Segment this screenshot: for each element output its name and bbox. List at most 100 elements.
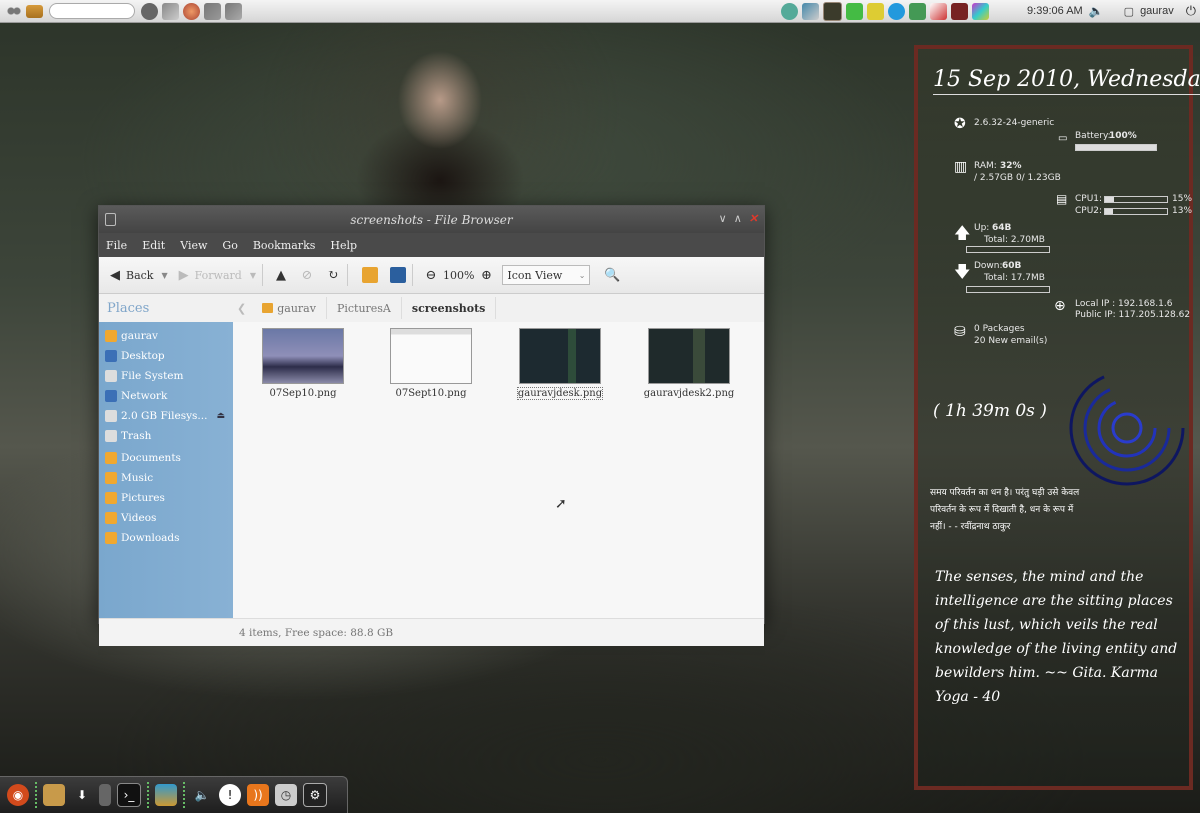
sidebar-item-downloads[interactable]: Downloads (99, 528, 233, 548)
eject-icon[interactable]: ⏏ (216, 411, 225, 421)
menu-go[interactable]: Go (222, 239, 237, 252)
breadcrumb-left-icon[interactable]: ❮ (231, 302, 252, 315)
ram-label: RAM: (974, 161, 997, 171)
maximize-icon[interactable]: ∧ (734, 212, 742, 225)
rss-icon[interactable]: )) (247, 784, 269, 806)
window-titlebar[interactable]: screenshots - File Browser ∨ ∧ ✕ (99, 206, 764, 233)
user-name[interactable]: gaurav (1140, 5, 1174, 17)
file-item[interactable]: gauravjdesk2.png (634, 328, 744, 399)
terminal-icon[interactable] (909, 2, 927, 20)
user-icon[interactable]: ▢ (1124, 5, 1134, 18)
clock[interactable]: 9:39:06 AM (1027, 5, 1083, 17)
green-app-icon[interactable] (846, 2, 864, 20)
zoom-in-icon[interactable]: ⊕ (478, 267, 494, 283)
sidebar-item-pictures[interactable]: Pictures (99, 488, 233, 508)
volume-icon[interactable]: 🔈 (1089, 4, 1104, 18)
places-header: Places (107, 300, 150, 316)
pencil-icon[interactable] (802, 2, 820, 20)
forward-label: Forward (194, 268, 242, 282)
search-icon[interactable]: 🔍 (604, 267, 620, 283)
back-dropdown-icon[interactable]: ▼ (161, 271, 167, 280)
folder-icon[interactable] (43, 784, 65, 806)
firefox-icon[interactable] (183, 2, 200, 20)
breadcrumb-screenshots[interactable]: screenshots (402, 297, 497, 319)
icon-view[interactable]: 07Sep10.png 07Sept10.png gauravjdesk.png… (233, 322, 764, 618)
computer-icon[interactable] (389, 267, 406, 283)
battery-bar-fill (1076, 145, 1156, 150)
sidebar-item-documents[interactable]: Documents (99, 448, 233, 468)
sidebar-item-music[interactable]: Music (99, 468, 233, 488)
terminal-icon[interactable]: ›_ (117, 783, 141, 807)
reload-icon[interactable]: ↻ (325, 267, 341, 283)
video-icon[interactable] (951, 2, 969, 20)
monitor-icon[interactable] (823, 1, 843, 21)
menu-file[interactable]: File (106, 239, 127, 252)
menu-view[interactable]: View (180, 239, 207, 252)
sidebar-item-gaurav[interactable]: gaurav (99, 326, 233, 346)
menu-bookmarks[interactable]: Bookmarks (253, 239, 316, 252)
top-search-input[interactable] (49, 3, 135, 19)
sidebar-item-desktop[interactable]: Desktop (99, 346, 233, 366)
usb-icon[interactable] (99, 784, 111, 806)
media-player-icon[interactable] (155, 784, 177, 806)
sidebar-item-label: File System (121, 370, 184, 382)
ring-outer (1069, 370, 1185, 486)
download-icon[interactable]: ⬇ (71, 784, 93, 806)
volume-icon[interactable]: 🔈 (191, 784, 213, 806)
mail-icon[interactable] (867, 2, 885, 20)
sidebar-item-videos[interactable]: Videos (99, 508, 233, 528)
places-folder-icon[interactable] (26, 4, 43, 18)
sidebar-item-label: Music (121, 472, 154, 484)
file-name: gauravjdesk2.png (643, 388, 735, 399)
clock-icon[interactable]: ◷ (275, 784, 297, 806)
sidebar-item-file-system[interactable]: File System (99, 366, 233, 386)
ram-icon: ▥ (954, 159, 968, 175)
file-item[interactable]: 07Sept10.png (376, 328, 486, 399)
text-tool-icon[interactable] (930, 2, 948, 20)
view-mode-select[interactable]: Icon View ⌄ (502, 265, 591, 285)
ring-inner (1097, 398, 1157, 458)
battery-bar (1075, 144, 1157, 151)
ubuntu-menu-icon[interactable]: ◉ (7, 784, 29, 806)
sidebar-item-2-0-gb-filesys[interactable]: 2.0 GB Filesys... ⏏ (99, 406, 233, 426)
zoom-out-icon[interactable]: ⊖ (423, 267, 439, 283)
file-item[interactable]: 07Sep10.png (248, 328, 358, 399)
home-folder-icon[interactable] (361, 267, 378, 283)
statusbar: 4 items, Free space: 88.8 GB (99, 618, 764, 646)
color-app-icon[interactable] (972, 2, 990, 20)
file-browser-body: gaurav Desktop File System Network 2.0 GB Fi… (99, 322, 764, 618)
minimize-icon[interactable]: ∨ (719, 212, 727, 225)
pen-tool-icon[interactable] (162, 2, 179, 20)
bottom-dock: ◉ ⬇ ›_ 🔈 ! )) ◷ ⚙ (0, 776, 348, 813)
view-mode-value: Icon View (507, 268, 563, 282)
settings-icon[interactable]: ⚙ (303, 783, 327, 807)
bird2-icon[interactable] (225, 2, 242, 20)
cairo-dock-icon[interactable] (141, 2, 158, 20)
zoom-level[interactable]: 100% (443, 269, 474, 282)
power-icon[interactable]: ⏻ (1186, 4, 1196, 19)
menu-edit[interactable]: Edit (142, 239, 165, 252)
bird-icon[interactable] (204, 2, 221, 20)
back-button[interactable]: ◀ Back ▼ (107, 267, 168, 283)
file-item[interactable]: gauravjdesk.png (505, 328, 615, 400)
breadcrumb-gaurav[interactable]: gaurav (252, 297, 327, 319)
close-icon[interactable]: ✕ (749, 212, 758, 225)
sidebar-item-trash[interactable]: Trash (99, 426, 233, 446)
dock-separator (147, 782, 149, 808)
menu-help[interactable]: Help (330, 239, 357, 252)
applications-menu-icon[interactable] (5, 2, 22, 20)
up-arrow-icon[interactable]: ▲ (273, 267, 289, 283)
notification-icon[interactable]: ! (219, 784, 241, 806)
window-menu-icon[interactable] (105, 213, 116, 226)
forward-button[interactable]: ▶ Forward ▼ (176, 267, 256, 283)
sidebar-item-network[interactable]: Network (99, 386, 233, 406)
forward-dropdown-icon[interactable]: ▼ (250, 271, 256, 280)
folder-icon (105, 512, 117, 524)
stop-icon[interactable]: ⊘ (299, 267, 315, 283)
back-arrow-icon: ◀ (110, 267, 120, 283)
update-icon[interactable] (781, 2, 799, 20)
breadcrumb-picturesa[interactable]: PicturesA (327, 297, 402, 319)
skype-icon[interactable] (888, 2, 906, 20)
ram-detail: / 2.57GB 0/ 1.23GB (974, 173, 1061, 183)
cpu1-value: 15% (1172, 194, 1193, 204)
